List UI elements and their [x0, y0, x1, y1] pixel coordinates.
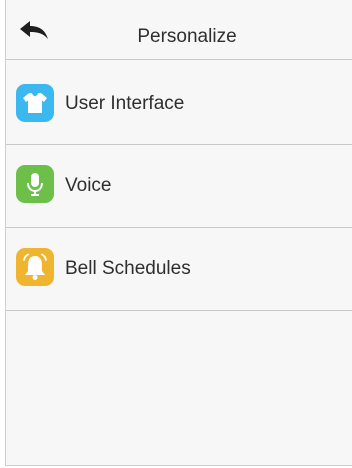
bell-schedules-icon-tile — [16, 248, 54, 286]
user-interface-icon-tile — [16, 84, 54, 122]
page-title: Personalize — [137, 26, 237, 47]
menu-item-label: User Interface — [65, 93, 185, 114]
menu-item-user-interface[interactable]: User Interface — [6, 60, 352, 145]
voice-icon-tile — [16, 165, 54, 203]
microphone-icon — [16, 165, 54, 203]
bell-icon — [16, 248, 54, 286]
menu-item-bell-schedules[interactable]: Bell Schedules — [6, 228, 352, 311]
header-bar: Personalize — [6, 0, 352, 60]
personalize-screen: Personalize User Interface Voice Bell Sc… — [5, 0, 352, 466]
menu-item-label: Bell Schedules — [65, 258, 191, 279]
menu-item-label: Voice — [65, 175, 112, 196]
shirt-icon — [16, 84, 54, 122]
menu-item-voice[interactable]: Voice — [6, 145, 352, 228]
